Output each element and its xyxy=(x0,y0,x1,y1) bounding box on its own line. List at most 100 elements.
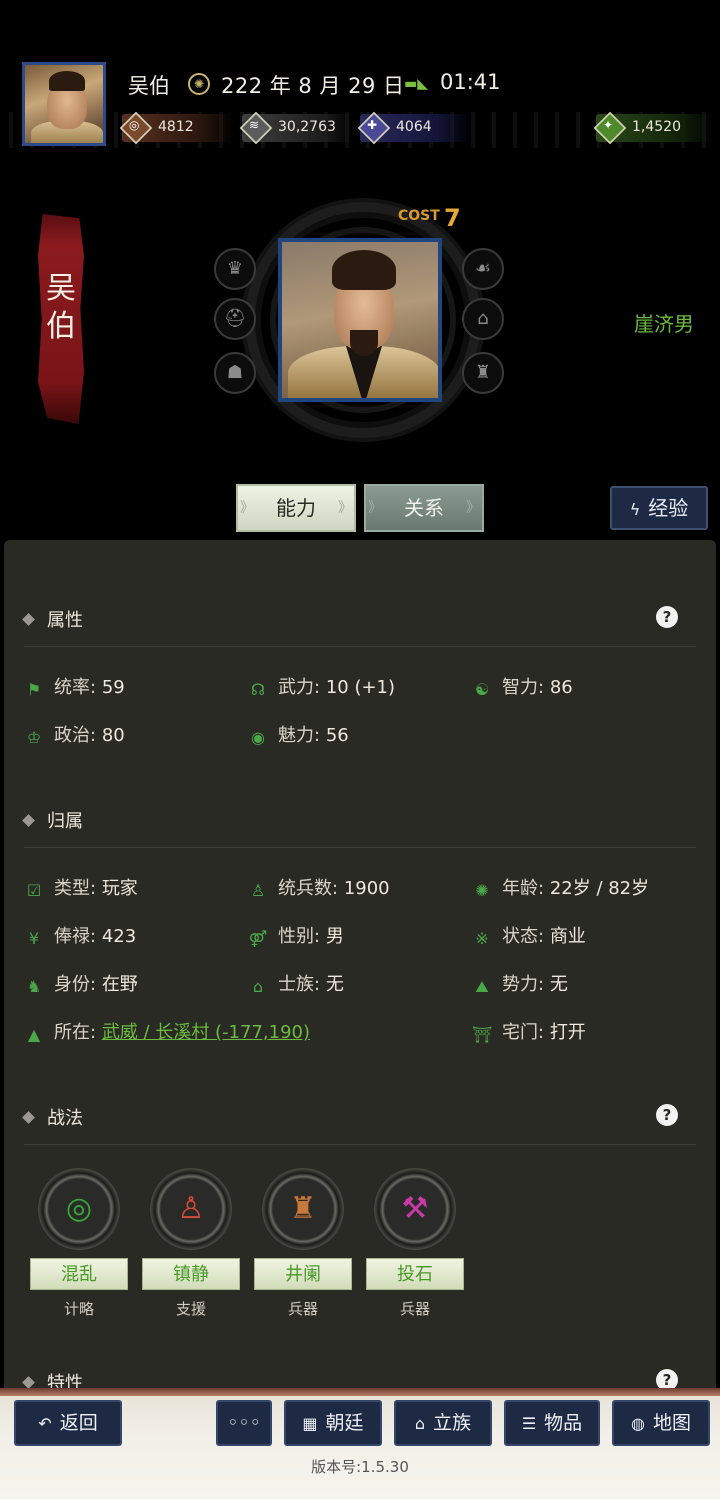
horse-icon: ▬◣ xyxy=(404,76,428,92)
tab-relations[interactable]: 关系 xyxy=(364,484,484,532)
section-tactics-title: 战法 xyxy=(47,1108,83,1129)
spouse-name[interactable]: 崖济男 xyxy=(634,308,694,337)
skill-category: 兵器 xyxy=(287,1300,318,1318)
skill-name: 混乱 xyxy=(30,1258,128,1290)
gems-resource[interactable]: ✦ 1,4520 xyxy=(593,111,714,145)
mask-icon[interactable]: ☗ xyxy=(214,352,256,394)
skill-card[interactable]: ⚒ 投石 兵器 xyxy=(366,1168,464,1319)
info-identity: ♞ 身份: 在野 xyxy=(24,970,138,997)
hat-icon[interactable]: ⌂ xyxy=(462,298,504,340)
banner-name-line2: 伯 xyxy=(46,309,76,344)
version-label: 版本号:1.5.30 xyxy=(311,1458,409,1476)
portrait-hair xyxy=(332,250,396,290)
avatar-hair xyxy=(49,71,85,91)
troops-resource[interactable]: ✚ 4064 xyxy=(357,111,470,145)
skill-category: 兵器 xyxy=(399,1300,430,1318)
skill-name: 井阑 xyxy=(254,1258,352,1290)
section-attributes-title: 属性 xyxy=(47,610,83,631)
attr-intelligence: ☯ 智力: 86 xyxy=(472,673,573,700)
food-value: 30,2763 xyxy=(278,119,336,135)
grain-glyph: ≋ xyxy=(249,118,260,132)
tab-ability[interactable]: 能力 xyxy=(236,484,356,532)
divider xyxy=(24,1144,696,1145)
calendar-check-icon: ☑ xyxy=(26,881,42,900)
calendar-icon: ✺ xyxy=(188,73,210,95)
troops-value: 4064 xyxy=(396,119,432,135)
skill-card[interactable]: ♜ 井阑 兵器 xyxy=(254,1168,352,1319)
swirl-icon: ◎ xyxy=(38,1168,120,1250)
eye-icon: ◉ xyxy=(251,728,265,747)
info-clan: ⌂ 士族: 无 xyxy=(248,970,344,997)
info-type: ☑ 类型: 玩家 xyxy=(24,874,138,901)
section-affiliation-title: 归属 xyxy=(47,811,83,832)
attr-politics: ♔ 政治: 80 xyxy=(24,721,125,748)
info-salary: ¥ 俸禄: 423 xyxy=(24,922,136,949)
status-icon: ※ xyxy=(475,929,489,948)
clan-button[interactable]: ⌂ 立族 xyxy=(394,1400,492,1446)
mountain-icon: ⛰ xyxy=(475,977,489,996)
banner-name: 吴 伯 xyxy=(38,270,84,346)
info-location: ▲ 所在: 武威 / 长溪村 (-177,190) xyxy=(24,1018,310,1045)
location-link[interactable]: 武威 / 长溪村 (-177,190) xyxy=(102,1022,310,1043)
skill-card[interactable]: ◎ 混乱 计略 xyxy=(30,1168,128,1319)
skill-name: 镇静 xyxy=(142,1258,240,1290)
clan-icon: ⌂ xyxy=(414,1414,426,1433)
skill-card[interactable]: ♙ 镇静 支援 xyxy=(142,1168,240,1319)
person-icon: ♙ xyxy=(250,881,266,900)
attr-strength: ☊ 武力: 10 (+1) xyxy=(248,673,395,700)
section-affiliation: 归属 xyxy=(22,807,83,833)
gate-icon: ⛩ xyxy=(472,1025,493,1044)
items-button[interactable]: ☰ 物品 xyxy=(504,1400,600,1446)
globe-icon: ◍ xyxy=(631,1414,645,1433)
clan-icon: ⌂ xyxy=(252,977,264,996)
catapult-icon: ⚒ xyxy=(374,1168,456,1250)
info-gender: ⚤ 性别: 男 xyxy=(248,926,344,948)
gems-value: 1,4520 xyxy=(632,119,681,135)
game-date: 222 年 8 月 29 日 xyxy=(221,74,405,98)
money-resource[interactable]: ◎ 4812 xyxy=(119,111,234,145)
skill-category: 计略 xyxy=(63,1300,94,1318)
scholar-cap-icon[interactable]: ♜ xyxy=(462,352,504,394)
arm-icon: ☊ xyxy=(250,680,266,699)
attr-leadership: ⚑ 统率: 59 xyxy=(24,673,125,700)
horse-head-icon: ♞ xyxy=(26,977,42,996)
info-age: ✺ 年龄: 22岁 / 82岁 xyxy=(472,874,649,901)
bottom-bar-edge xyxy=(0,1388,720,1396)
portrait-beard xyxy=(350,330,378,356)
soldier-glyph: ✚ xyxy=(367,118,378,132)
map-button[interactable]: ◍ 地图 xyxy=(612,1400,710,1446)
info-status: ※ 状态: 商业 xyxy=(472,922,586,949)
food-resource[interactable]: ≋ 30,2763 xyxy=(239,111,354,145)
helmet-icon[interactable]: ⛑ xyxy=(214,298,256,340)
experience-button[interactable]: ϟ 经验 xyxy=(610,486,708,530)
cost-label: COST xyxy=(398,208,440,224)
gender-icon: ⚤ xyxy=(248,929,268,948)
character-portrait[interactable] xyxy=(278,238,442,402)
divider xyxy=(24,646,696,647)
skill-category: 支援 xyxy=(175,1300,206,1318)
yen-icon: ¥ xyxy=(28,929,40,948)
more-dots-icon: ◦◦◦ xyxy=(227,1412,261,1434)
tactics-help-icon[interactable]: ? xyxy=(656,1104,678,1126)
divider xyxy=(24,847,696,848)
player-avatar[interactable] xyxy=(22,62,106,146)
court-button[interactable]: ▦ 朝廷 xyxy=(284,1400,382,1446)
figure-icon: ♙ xyxy=(150,1168,232,1250)
flag-icon: ⚑ xyxy=(26,680,42,699)
bag-glyph: ✦ xyxy=(603,118,614,132)
player-name: 吴伯 xyxy=(128,74,170,98)
back-button[interactable]: ↶ 返回 xyxy=(14,1400,122,1446)
cost-value: 7 xyxy=(444,204,461,232)
more-button[interactable]: ◦◦◦ xyxy=(216,1400,272,1446)
crown-icon[interactable]: ♛ xyxy=(214,248,256,290)
bag-icon: ☰ xyxy=(521,1414,537,1433)
section-tactics: 战法 xyxy=(22,1104,83,1130)
banner-name-line1: 吴 xyxy=(46,271,76,306)
palace-icon: ▦ xyxy=(302,1414,318,1433)
experience-label: 经验 xyxy=(648,496,689,520)
hand-seed-icon[interactable]: ☙ xyxy=(462,248,504,290)
attributes-help-icon[interactable]: ? xyxy=(656,606,678,628)
game-time: 01:41 xyxy=(440,70,501,94)
attr-charisma: ◉ 魅力: 56 xyxy=(248,721,349,748)
info-troops: ♙ 统兵数: 1900 xyxy=(248,874,390,901)
